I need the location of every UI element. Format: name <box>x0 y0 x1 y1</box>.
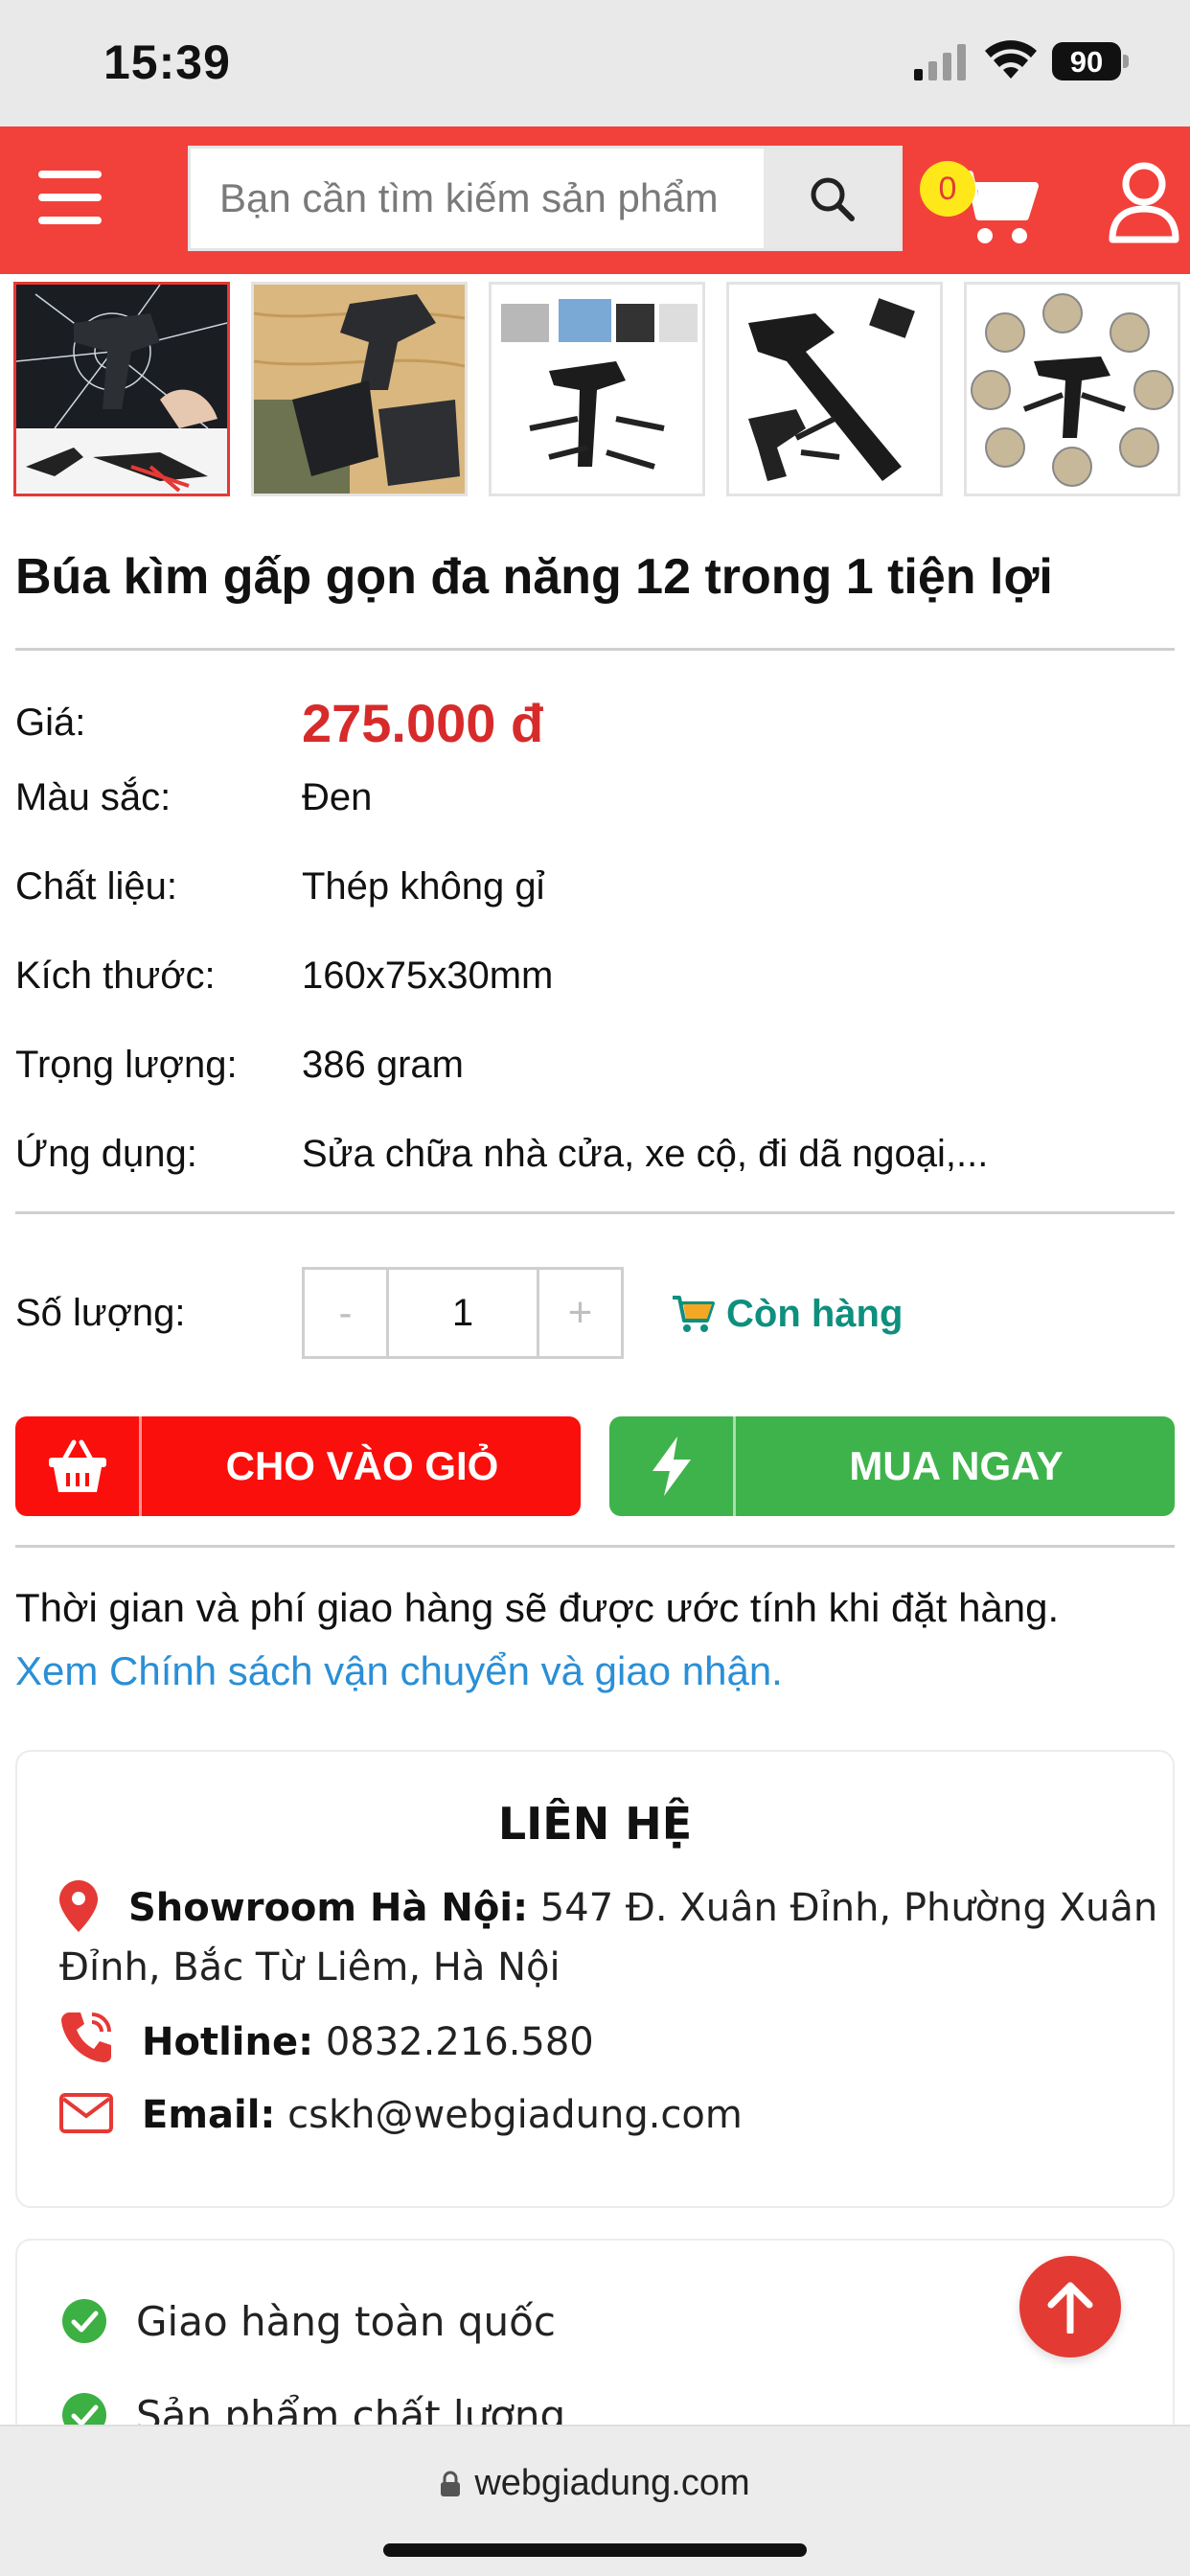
feature-label: Giao hàng toàn quốc <box>136 2297 556 2345</box>
divider <box>15 1211 1175 1214</box>
spec-label-color: Màu sắc: <box>15 776 172 818</box>
spec-label-weight: Trọng lượng: <box>15 1044 238 1086</box>
spec-label-material: Chất liệu: <box>15 865 177 908</box>
spec-value-usage: Sửa chữa nhà cửa, xe cộ, đi dã ngoại,... <box>302 1133 989 1175</box>
cart-button[interactable]: 0 <box>918 148 1042 263</box>
hammer-open-image <box>729 285 940 494</box>
wifi-icon <box>985 40 1037 79</box>
hotline-line: Hotline: 0832.216.580 <box>142 2020 594 2064</box>
search-bar <box>188 146 903 251</box>
showroom-label: Showroom Hà Nội: <box>128 1886 529 1930</box>
email-address[interactable]: cskh@webgiadung.com <box>287 2093 743 2137</box>
search-button[interactable] <box>764 149 900 248</box>
cart-count-badge: 0 <box>920 161 975 217</box>
divider <box>15 648 1175 651</box>
add-to-cart-button[interactable]: CHO VÀO GIỎ <box>15 1416 581 1516</box>
phone-icon <box>61 2012 111 2062</box>
showroom-address: 547 Đ. Xuân Đỉnh, Phường Xuân <box>539 1886 1158 1930</box>
email-line: Email: cskh@webgiadung.com <box>142 2093 743 2137</box>
browser-address-bar[interactable]: webgiadung.com <box>0 2425 1190 2576</box>
spec-label-size: Kích thước: <box>15 954 216 997</box>
cellular-signal-icon <box>914 44 966 80</box>
spec-label-usage: Ứng dụng: <box>15 1133 197 1175</box>
product-title: Búa kìm gấp gọn đa năng 12 trong 1 tiện … <box>15 549 1053 605</box>
url-text: webgiadung.com <box>474 2463 750 2503</box>
status-time: 15:39 <box>103 35 231 89</box>
scroll-to-top-button[interactable] <box>1019 2256 1121 2358</box>
showroom-address-cont: Đỉnh, Bắc Từ Liêm, Hà Nội <box>59 1945 561 1990</box>
hammer-glass-image <box>16 285 227 494</box>
check-circle-icon <box>62 2299 106 2343</box>
email-label: Email: <box>142 2093 276 2137</box>
search-icon <box>811 177 855 221</box>
product-price: 275.000 đ <box>302 693 544 753</box>
hamburger-menu-icon[interactable] <box>38 171 102 224</box>
hotline-label: Hotline: <box>142 2020 314 2064</box>
buy-now-label: MUA NGAY <box>849 1443 1064 1488</box>
quantity-increase-button[interactable]: + <box>537 1270 621 1356</box>
product-thumbnail-strip <box>13 282 1190 496</box>
product-thumbnail[interactable] <box>251 282 468 496</box>
quantity-label: Số lượng: <box>15 1292 186 1334</box>
stock-status: Còn hàng <box>671 1290 903 1338</box>
feature-item: Giao hàng toàn quốc <box>61 2292 556 2350</box>
product-thumbnail[interactable] <box>726 282 943 496</box>
status-bar: 15:39 90 <box>0 0 1190 126</box>
arrow-up-icon <box>1047 2282 1093 2334</box>
hotline-number[interactable]: 0832.216.580 <box>326 2020 594 2064</box>
product-thumbnail[interactable] <box>13 282 230 496</box>
quantity-decrease-button[interactable]: - <box>305 1270 389 1356</box>
user-account-icon[interactable] <box>1108 161 1180 243</box>
quantity-stepper: - 1 + <box>302 1267 624 1359</box>
shipping-note: Thời gian và phí giao hàng sẽ được ước t… <box>15 1585 1060 1630</box>
site-header: 0 <box>0 126 1190 274</box>
showroom-line: Showroom Hà Nội: 547 Đ. Xuân Đỉnh, Phườn… <box>128 1886 1157 1930</box>
product-thumbnail[interactable] <box>964 282 1180 496</box>
spec-value-color: Đen <box>302 776 373 818</box>
contact-card: LIÊN HỆ Showroom Hà Nội: 547 Đ. Xuân Đỉn… <box>15 1750 1175 2208</box>
email-icon <box>59 2093 113 2133</box>
stock-status-text: Còn hàng <box>726 1292 904 1335</box>
spec-value-weight: 386 gram <box>302 1044 464 1086</box>
contact-title: LIÊN HỆ <box>497 1798 693 1850</box>
home-indicator <box>383 2543 807 2557</box>
multitool-uses-image <box>492 285 702 494</box>
hammer-wood-image <box>254 285 465 494</box>
spec-value-size: 160x75x30mm <box>302 954 554 997</box>
cart-stock-icon <box>673 1296 715 1332</box>
divider <box>15 1545 1175 1548</box>
spec-value-material: Thép không gỉ <box>302 865 545 908</box>
search-input[interactable] <box>191 149 764 248</box>
product-thumbnail[interactable] <box>489 282 705 496</box>
buy-now-button[interactable]: MUA NGAY <box>609 1416 1175 1516</box>
price-label: Giá: <box>15 702 86 744</box>
quantity-input[interactable]: 1 <box>389 1270 537 1356</box>
battery-level: 90 <box>1069 45 1104 79</box>
add-to-cart-label: CHO VÀO GIỎ <box>225 1443 499 1488</box>
battery-icon: 90 <box>1052 42 1129 80</box>
tool-functions-image <box>967 285 1178 494</box>
map-pin-icon <box>59 1880 98 1932</box>
lock-icon <box>441 2471 461 2496</box>
basket-icon <box>48 1439 106 1492</box>
shipping-policy-link[interactable]: Xem Chính sách vận chuyển và giao nhận. <box>15 1648 783 1694</box>
lightning-icon <box>652 1437 691 1496</box>
